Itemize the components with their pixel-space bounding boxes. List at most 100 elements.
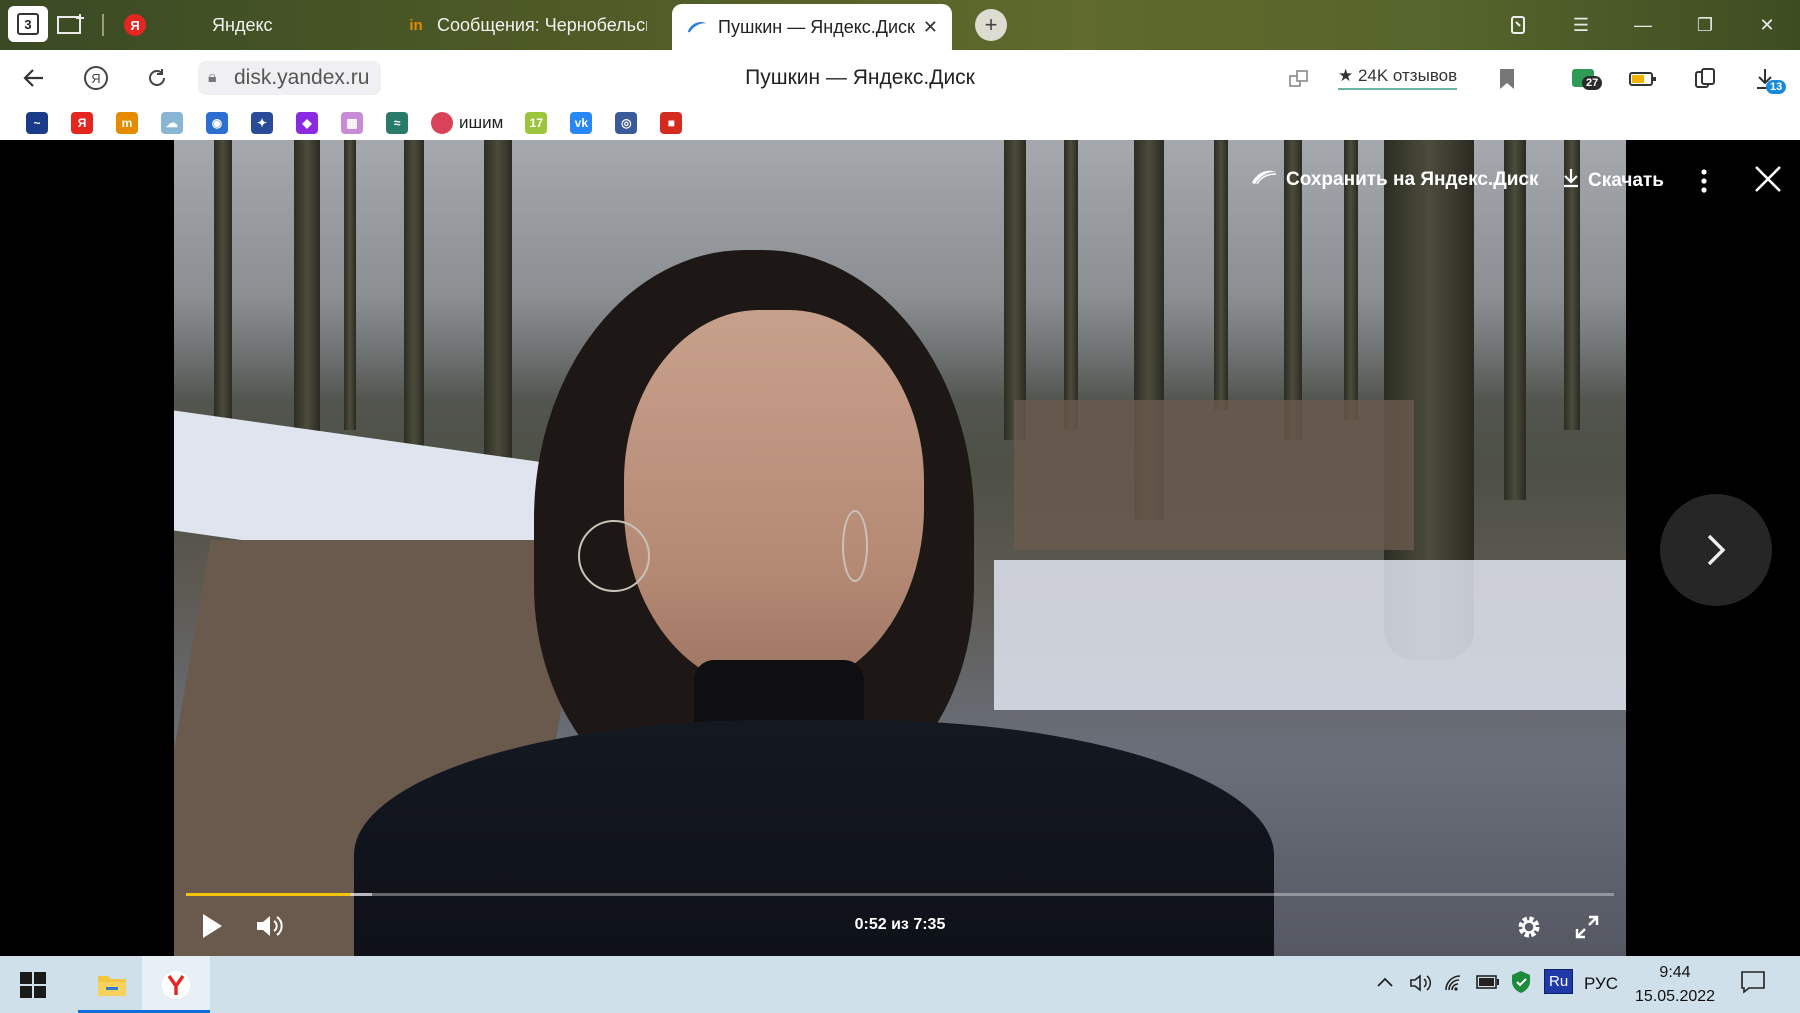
tab-label: Сообщения: Чернобельск [437, 14, 647, 35]
translate-icon[interactable] [1284, 64, 1314, 94]
downloads-badge: 13 [1766, 80, 1787, 94]
bookmark-icon[interactable] [1492, 64, 1522, 94]
17-icon[interactable]: 17 [525, 112, 548, 134]
messages-favicon-icon: in [409, 16, 423, 34]
downloads-icon[interactable]: 13 [1750, 64, 1787, 94]
yandex-favicon-icon: Я [124, 14, 146, 36]
seal-icon[interactable]: ◎ [615, 112, 638, 134]
reader-icon[interactable] [1690, 64, 1720, 94]
wave-icon[interactable]: ≈ [386, 112, 408, 134]
clock-time: 9:44 [1659, 964, 1691, 981]
video-frame[interactable] [174, 140, 1626, 956]
clock-date: 15.05.2022 [1634, 988, 1716, 1005]
emblem-icon[interactable]: ✦ [251, 112, 273, 134]
volume-button[interactable] [252, 910, 288, 942]
chart-icon[interactable]: ~ [26, 112, 48, 134]
video-viewer: Сохранить на Яндекс.Диск Скачать 0:52 из… [0, 140, 1800, 956]
tab-count: 3 [17, 13, 39, 35]
fullscreen-button[interactable] [1570, 910, 1604, 944]
tree-trunk [344, 140, 356, 430]
tree-trunk [1504, 140, 1526, 500]
path-area [1014, 400, 1414, 550]
russia-flag-icon[interactable]: ■ [660, 112, 683, 134]
more-options-icon[interactable] [1700, 166, 1712, 196]
yandex-browser-icon [162, 970, 190, 999]
restore-icon[interactable]: ❐ [1690, 10, 1720, 40]
new-tab-button[interactable]: + [975, 9, 1007, 41]
tab-separator [102, 14, 104, 36]
tab-pushkin-disk[interactable]: Пушкин — Яндекс.Диск ✕ [672, 4, 952, 50]
network-icon[interactable] [1444, 974, 1466, 997]
download-icon [1562, 168, 1580, 194]
tab-label: Пушкин — Яндекс.Диск [718, 16, 915, 37]
collections-icon[interactable] [1503, 10, 1533, 40]
tree-trunk [1004, 140, 1026, 440]
feather-icon[interactable]: ◆ [296, 112, 318, 134]
save-label: Сохранить на Яндекс.Диск [1286, 169, 1539, 190]
vk-icon[interactable]: vk [570, 112, 593, 134]
play-icon [203, 914, 222, 938]
minimize-icon[interactable]: — [1628, 10, 1658, 40]
svg-text:Я: Я [91, 71, 100, 86]
save-to-disk-button[interactable]: Сохранить на Яндекс.Диск [1250, 168, 1539, 192]
windows-start-icon[interactable] [20, 972, 46, 998]
input-language[interactable]: РУС [1584, 974, 1618, 994]
reviews-link[interactable]: ★ 24K отзывов [1338, 66, 1458, 90]
tab-label: Яндекс [212, 14, 273, 35]
yandex-disk-icon [1250, 168, 1278, 192]
extension-icon[interactable]: 27 [1568, 64, 1604, 94]
lock-icon: 🔒︎ [208, 69, 217, 86]
globe-icon[interactable]: ◉ [206, 112, 228, 134]
yandex-button-icon[interactable]: Я [80, 62, 112, 94]
taskbar: Ru РУС 9:44 15.05.2022 [0, 956, 1800, 1013]
tree-trunk [1214, 140, 1228, 410]
mail-icon[interactable]: m [116, 112, 138, 134]
menu-icon[interactable]: ☰ [1566, 10, 1596, 40]
weather-icon[interactable]: ☁ [161, 112, 183, 134]
tab-yandex[interactable]: Я Яндекс [124, 0, 374, 50]
yandex-disk-favicon-icon [686, 16, 708, 38]
download-button[interactable]: Скачать [1562, 168, 1664, 194]
clock[interactable]: 9:44 15.05.2022 [1630, 961, 1720, 1009]
next-file-button[interactable] [1660, 494, 1772, 606]
url-field[interactable]: 🔒︎ disk.yandex.ru [198, 61, 382, 95]
progress-bar[interactable] [186, 893, 1614, 896]
show-hidden-icons-icon[interactable] [1376, 974, 1394, 994]
address-bar: Я 🔒︎ disk.yandex.ru Пушкин — Яндекс.Диск… [0, 50, 1800, 106]
url-text: disk.yandex.ru [234, 66, 370, 89]
snow-patch [994, 560, 1626, 710]
volume-icon [257, 916, 283, 936]
settings-button[interactable] [1512, 910, 1546, 944]
tab-count-button[interactable]: 3 [8, 6, 48, 42]
close-tab-icon[interactable]: ✕ [923, 17, 938, 38]
ishim-icon [431, 112, 453, 134]
bookmark-label: ишим [459, 113, 504, 132]
play-button[interactable] [196, 910, 228, 942]
person-face [624, 310, 924, 690]
battery-icon[interactable] [1476, 974, 1500, 994]
close-window-icon[interactable]: ✕ [1752, 10, 1782, 40]
close-viewer-icon[interactable] [1752, 164, 1784, 196]
reload-icon[interactable] [141, 62, 173, 94]
new-tab-group-icon[interactable] [56, 12, 88, 36]
tab-messages[interactable]: in Сообщения: Чернобельск [405, 0, 655, 50]
file-explorer-taskbar-item[interactable] [78, 956, 146, 1013]
bookmark-ishim[interactable]: ишим [431, 112, 503, 134]
folder-icon [98, 975, 126, 996]
earring [578, 520, 650, 592]
earring [842, 510, 868, 582]
security-shield-icon[interactable] [1510, 970, 1532, 999]
grid-icon[interactable]: ▦ [341, 112, 363, 134]
notifications-icon[interactable] [1740, 970, 1766, 999]
tab-strip: 3 Я Яндекс in Сообщения: Чернобельск Пуш… [0, 0, 1800, 50]
speaker-icon[interactable] [1410, 974, 1432, 997]
back-icon[interactable] [18, 62, 50, 94]
battery-saver-icon[interactable] [1628, 64, 1658, 94]
page-title: Пушкин — Яндекс.Диск [745, 66, 975, 89]
download-label: Скачать [1588, 170, 1664, 191]
yandex-icon[interactable]: Я [71, 112, 93, 134]
ime-indicator[interactable]: Ru [1544, 969, 1574, 994]
yandex-browser-taskbar-item[interactable] [142, 956, 210, 1013]
gear-icon [1518, 916, 1540, 938]
time-display: 0:52 из 7:35 [854, 916, 946, 933]
